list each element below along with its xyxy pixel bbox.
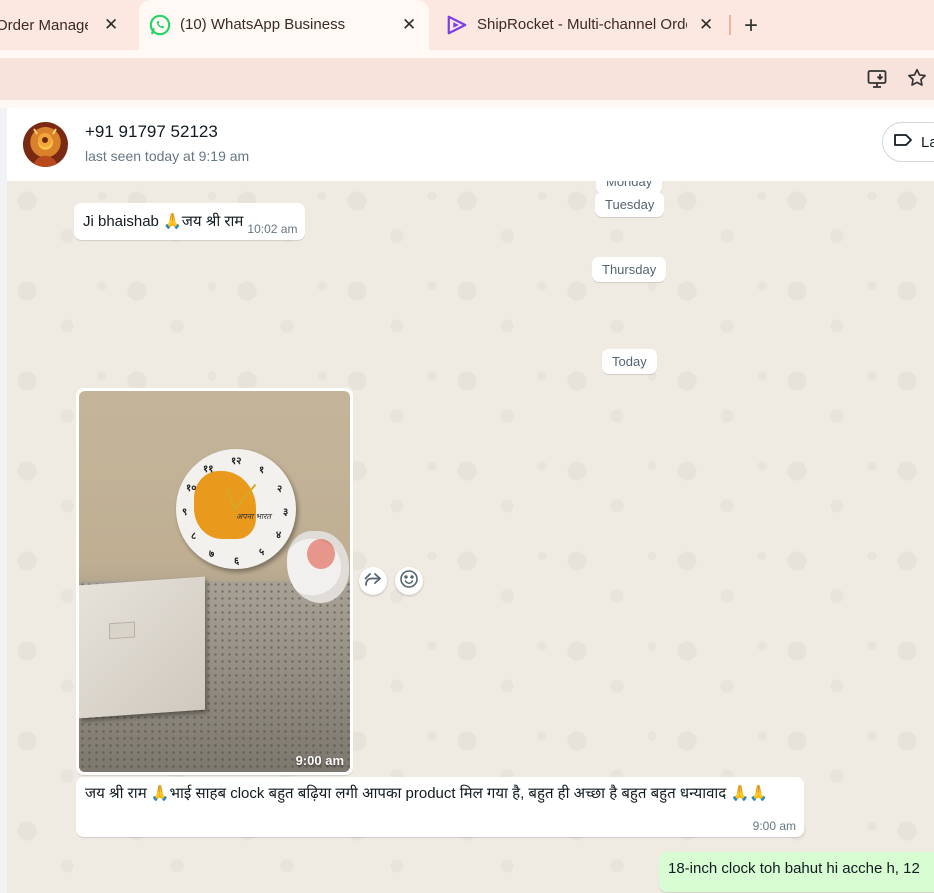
- photo-wall-clock: १२ १ २ ३ ४ ५ ६ ७ ८ ९ १० ११ अपना भारत: [176, 449, 296, 569]
- label-chat-button[interactable]: La: [882, 122, 934, 162]
- clock-numeral: १: [259, 465, 265, 476]
- message-incoming[interactable]: जय श्री राम 🙏भाई साहब clock बहुत बढ़िया …: [76, 777, 804, 837]
- tab-order-management[interactable]: Order Management ✕: [0, 0, 135, 50]
- clock-numeral: ५: [259, 547, 265, 558]
- tab-title: (10) WhatsApp Business: [180, 16, 346, 33]
- install-app-icon[interactable]: [866, 67, 890, 96]
- tab-divider: [729, 15, 731, 35]
- clock-india-map: [194, 471, 256, 539]
- chat-header: +91 91797 52123 last seen today at 9:19 …: [7, 108, 934, 182]
- tab-title: Order Management: [0, 16, 88, 34]
- message-text: Ji bhaishab 🙏जय श्री राम: [83, 213, 244, 230]
- label-button-text: La: [921, 133, 934, 151]
- address-bar[interactable]: [0, 58, 934, 100]
- avatar[interactable]: [23, 122, 68, 167]
- message-time: 10:02 am: [247, 222, 298, 236]
- message-outgoing[interactable]: 18-inch clock toh bahut hi acche h, 12: [659, 852, 934, 892]
- close-icon[interactable]: ✕: [699, 15, 713, 35]
- clock-numeral: ९: [182, 507, 188, 518]
- message-time: 9:00 am: [752, 819, 796, 833]
- tab-shiprocket[interactable]: ShipRocket - Multi-channel Order ✕: [439, 0, 724, 50]
- new-tab-button[interactable]: +: [744, 12, 758, 40]
- message-incoming[interactable]: Ji bhaishab 🙏जय श्री राम 10:02 am: [74, 203, 306, 240]
- emoji-icon: [399, 569, 419, 594]
- clock-numeral: ६: [234, 556, 240, 567]
- date-divider: Tuesday: [595, 192, 665, 217]
- clock-numeral: ७: [209, 549, 215, 560]
- clock-numeral: ८: [191, 531, 197, 542]
- label-tag-icon: [893, 133, 913, 151]
- tab-whatsapp-business[interactable]: (10) WhatsApp Business ✕: [139, 0, 429, 50]
- clock-numeral: ११: [203, 464, 214, 475]
- contact-name[interactable]: +91 91797 52123: [85, 122, 218, 142]
- message-incoming-image[interactable]: १२ १ २ ३ ४ ५ ६ ७ ८ ९ १० ११ अपना भारत 9:0…: [76, 388, 353, 775]
- chat-messages-pane[interactable]: Monday Tuesday Ji bhaishab 🙏जय श्री राम …: [7, 181, 934, 893]
- clock-numeral: २: [277, 484, 283, 495]
- tab-title: ShipRocket - Multi-channel Order: [477, 16, 687, 33]
- browser-tab-strip: Order Management ✕ (10) WhatsApp Busines…: [0, 0, 934, 50]
- clock-numeral: ३: [283, 507, 289, 518]
- photo-cardboard-box: [79, 576, 205, 719]
- clock-numeral: १२: [231, 456, 242, 467]
- react-button[interactable]: [395, 567, 423, 595]
- forward-button[interactable]: [359, 567, 387, 595]
- message-time: 9:00 am: [295, 753, 344, 768]
- message-text: जय श्री राम 🙏भाई साहब clock बहुत बढ़िया …: [85, 785, 768, 802]
- date-divider: Today: [602, 349, 657, 374]
- bookmark-star-icon[interactable]: [906, 67, 928, 94]
- shiprocket-icon: [446, 14, 468, 40]
- date-divider: Thursday: [592, 257, 667, 282]
- close-icon[interactable]: ✕: [402, 15, 416, 35]
- clock-numeral: १०: [186, 483, 197, 494]
- clock-brand-text: अपना भारत: [236, 512, 271, 521]
- message-text: 18-inch clock toh bahut hi acche h, 12: [668, 860, 920, 877]
- close-icon[interactable]: ✕: [104, 15, 118, 35]
- whatsapp-icon: [149, 14, 171, 40]
- message-photo[interactable]: १२ १ २ ३ ४ ५ ६ ७ ८ ९ १० ११ अपना भारत 9:0…: [79, 391, 350, 772]
- clock-numeral: ४: [276, 530, 282, 541]
- browser-toolbar: [0, 50, 934, 108]
- last-seen-status: last seen today at 9:19 am: [85, 148, 250, 164]
- forward-icon: [364, 572, 382, 591]
